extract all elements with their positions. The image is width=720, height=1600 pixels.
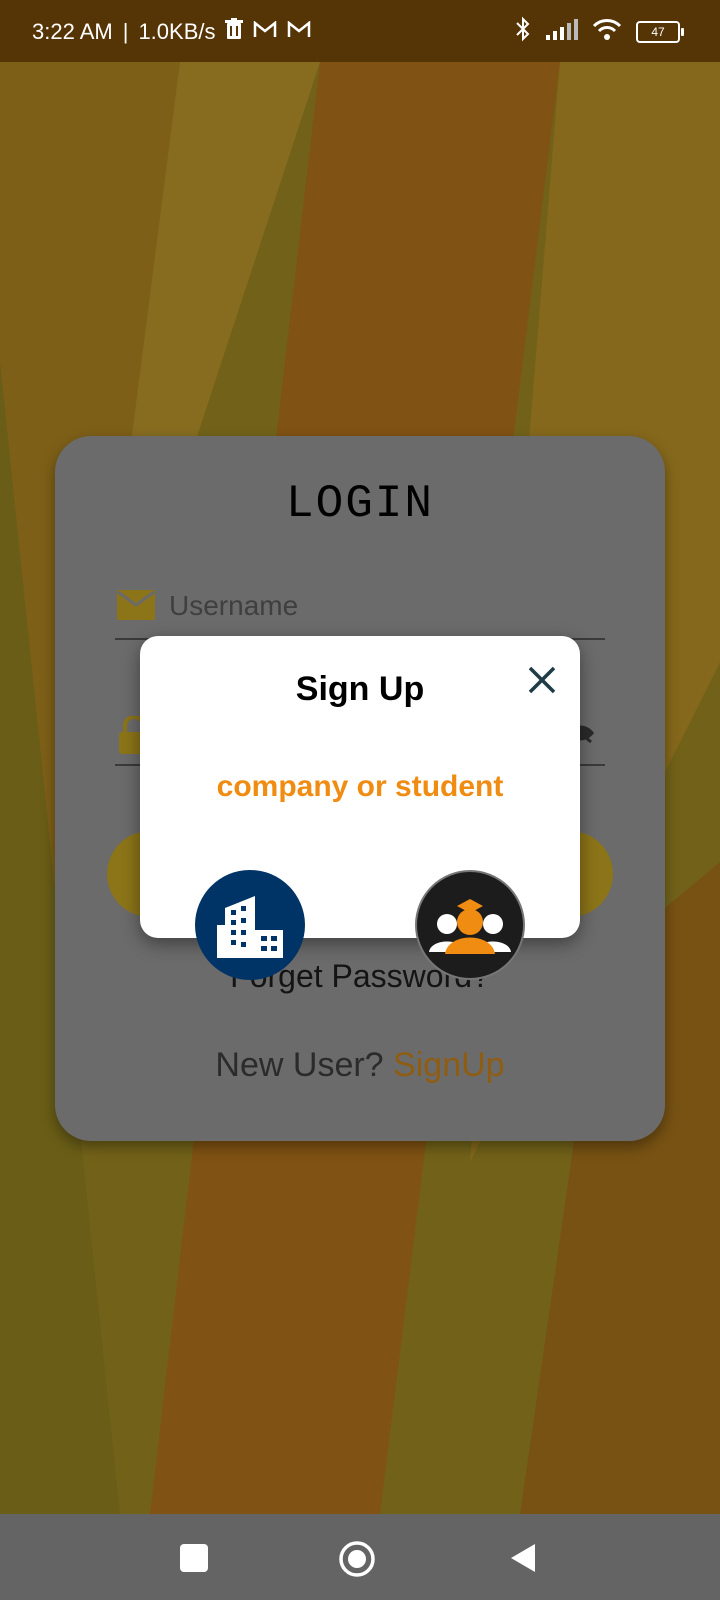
status-time: 3:22 AM — [32, 19, 113, 44]
navigation-bar — [0, 1514, 720, 1600]
new-user-row: New User? SignUp — [55, 1046, 665, 1085]
bluetooth-icon — [514, 16, 532, 47]
new-user-label: New User? — [215, 1046, 384, 1084]
battery-icon: 47 — [636, 20, 684, 43]
dialog-subtitle: company or student — [216, 770, 504, 803]
email-icon — [117, 590, 155, 625]
signup-link[interactable]: SignUp — [393, 1046, 505, 1084]
student-button[interactable] — [415, 870, 525, 980]
students-graduate-icon — [429, 899, 511, 954]
login-title: LOGIN — [285, 478, 435, 530]
gmail-icon — [287, 19, 311, 45]
signal-icon — [546, 18, 578, 45]
recents-icon[interactable] — [176, 1540, 212, 1576]
close-icon[interactable] — [522, 660, 562, 700]
status-left: 3:22 AM | 1.0KB/s — [32, 18, 311, 46]
username-placeholder: Username — [169, 590, 299, 621]
gmail-icon — [253, 19, 277, 45]
back-icon[interactable] — [505, 1540, 541, 1576]
status-right: 47 — [514, 16, 684, 47]
wifi-icon — [592, 17, 622, 46]
battery-level: 47 — [651, 24, 665, 39]
status-separator: | — [122, 19, 129, 44]
home-icon[interactable] — [338, 1540, 375, 1577]
company-building-icon — [217, 896, 283, 958]
network-speed: 1.0KB/s — [138, 19, 216, 44]
trash-icon — [225, 18, 244, 46]
status-bar: 3:22 AM | 1.0KB/s 47 — [0, 0, 720, 62]
forget-password-link[interactable]: Forget Password? — [55, 958, 665, 995]
username-field[interactable]: Username — [115, 578, 605, 640]
company-button[interactable] — [195, 870, 305, 980]
dialog-title: Sign Up — [295, 670, 425, 708]
